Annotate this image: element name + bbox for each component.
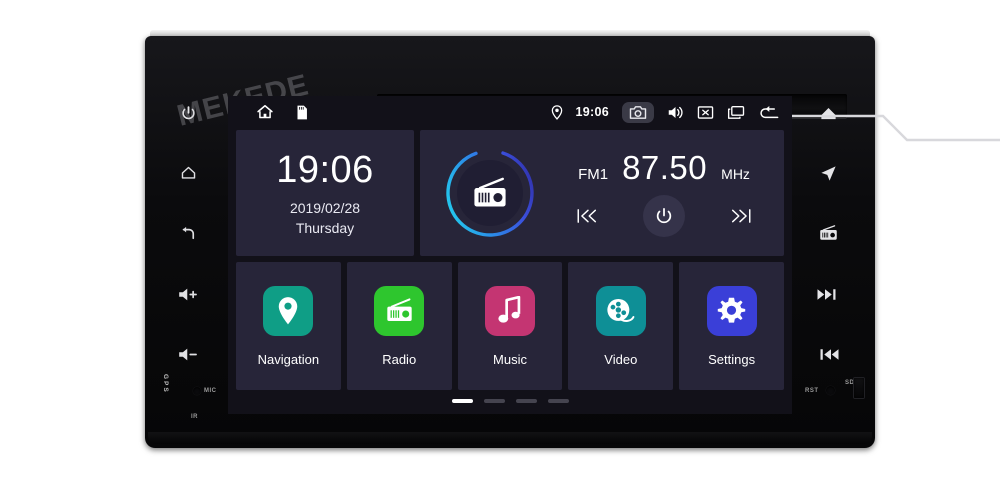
radio-icon [387, 298, 412, 322]
sd-card-icon [297, 105, 307, 119]
right-navigation-button[interactable] [813, 158, 843, 188]
skip-previous-icon [577, 209, 597, 223]
app-grid: Navigation Radio Music Video Settings [228, 262, 792, 390]
location-pin-icon [279, 296, 298, 324]
left-home-button[interactable] [173, 158, 203, 188]
radio-next-button[interactable] [723, 199, 757, 233]
next-track-icon [817, 288, 836, 300]
navigation-app-icon [263, 285, 314, 336]
right-radio-button[interactable] [813, 218, 843, 248]
app-tile-music[interactable]: Music [457, 262, 563, 390]
back-arrow-icon [182, 226, 195, 240]
reset-label: RST [805, 388, 819, 394]
recent-apps-icon [727, 105, 745, 119]
app-tile-radio[interactable]: Radio [346, 262, 452, 390]
power-icon [181, 105, 195, 119]
power-icon [656, 207, 672, 224]
right-prev-track-button[interactable] [811, 339, 845, 369]
nav-arrow-icon [820, 165, 836, 181]
touchscreen[interactable]: 19:06 19:06 2019/02/28 Thursday FM1 87.5… [228, 96, 792, 414]
music-note-icon [498, 296, 521, 323]
gear-icon [717, 297, 746, 323]
app-tile-settings[interactable]: Settings [679, 262, 784, 390]
left-power-button[interactable] [173, 98, 203, 128]
statusbar-clock: 19:06 [575, 105, 609, 119]
statusbar-location-icon [551, 104, 563, 120]
clock-weekday: Thursday [295, 219, 355, 236]
radio-prev-button[interactable] [571, 199, 605, 233]
close-box-icon [697, 105, 714, 119]
page-dot[interactable] [515, 399, 537, 403]
app-label: Video [604, 351, 638, 367]
page-dot[interactable] [483, 399, 505, 403]
left-back-button[interactable] [173, 218, 203, 248]
location-pin-icon [551, 104, 562, 120]
app-label: Navigation [257, 351, 320, 367]
radio-widget[interactable]: FM1 87.50 MHz [420, 130, 784, 256]
chassis-bottom-lip [148, 432, 872, 444]
clock-widget[interactable]: 19:06 2019/02/28 Thursday [236, 130, 414, 256]
home-icon [257, 104, 273, 119]
statusbar-sdcard-button[interactable] [296, 105, 308, 120]
home-icon [181, 166, 195, 179]
screenshot-root: GPS MIC IR RST SD 19:06 19:06 2019/02/28… [0, 0, 1000, 500]
radio-app-icon [374, 285, 425, 336]
mic-label: MIC [204, 388, 217, 394]
video-app-icon [595, 285, 646, 336]
app-tile-video[interactable]: Video [568, 262, 674, 390]
left-volume-down-button[interactable] [171, 339, 205, 369]
clock-time: 19:06 [276, 148, 374, 191]
app-label: Music [493, 351, 527, 367]
radio-widget-icon [442, 145, 538, 241]
reset-hole[interactable] [826, 386, 835, 395]
clock-date: 2019/02/28 [289, 199, 361, 216]
app-tile-navigation[interactable]: Navigation [236, 262, 341, 390]
app-label: Radio [382, 351, 417, 367]
radio-ring [442, 145, 538, 241]
left-volume-up-button[interactable] [171, 279, 205, 309]
sd-label: SD [845, 380, 855, 386]
radio-band: FM1 [578, 166, 609, 183]
skip-next-icon [731, 209, 751, 223]
eject-icon [820, 107, 836, 119]
radio-frequency: 87.50 [622, 149, 708, 186]
page-indicator[interactable] [228, 399, 792, 403]
page-dot[interactable] [547, 399, 569, 403]
film-reel-icon [607, 298, 635, 322]
radio-unit: MHz [721, 166, 750, 182]
radio-icon [474, 177, 506, 207]
status-bar: 19:06 [228, 96, 792, 128]
camera-icon [629, 105, 647, 119]
settings-app-icon [706, 285, 757, 336]
statusbar-back-button[interactable] [758, 105, 780, 120]
statusbar-camera-button[interactable] [622, 101, 654, 123]
sd-card-slot[interactable] [854, 378, 864, 398]
right-eject-button[interactable] [813, 98, 843, 128]
radio-power-button[interactable] [643, 195, 685, 237]
statusbar-close-button[interactable] [697, 105, 714, 120]
ir-label: IR [191, 414, 198, 420]
widgets-row: 19:06 2019/02/28 Thursday FM1 87.50 MHz [228, 130, 792, 256]
music-app-icon [484, 285, 535, 336]
radio-icon [819, 225, 837, 240]
prev-track-icon [820, 348, 839, 360]
volume-down-icon [179, 348, 197, 360]
speaker-icon [668, 106, 683, 118]
volume-up-icon [179, 288, 197, 300]
right-next-track-button[interactable] [811, 279, 845, 309]
app-label: Settings [708, 351, 756, 367]
statusbar-recents-button[interactable] [727, 105, 745, 120]
statusbar-volume-button[interactable] [667, 105, 684, 120]
page-dot[interactable] [451, 399, 473, 403]
back-arrow-icon [760, 105, 779, 118]
gps-label: GPS [162, 374, 169, 394]
statusbar-home-button[interactable] [256, 104, 274, 120]
mic-hole [193, 387, 201, 395]
